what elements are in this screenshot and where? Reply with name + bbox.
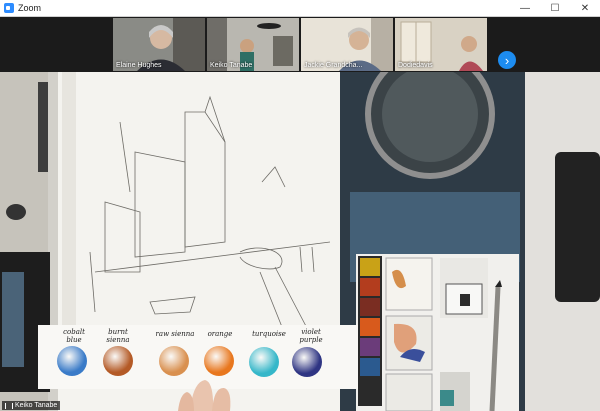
cobalt-blue-swatch bbox=[57, 346, 87, 376]
window-title: Zoom bbox=[18, 3, 42, 13]
swatch-label: cobalt blue bbox=[63, 328, 85, 344]
speaker-name-badge: Keiko Tanabe bbox=[2, 401, 61, 410]
speaker-name: Keiko Tanabe bbox=[15, 402, 58, 409]
participant-name: Dodiedavis bbox=[398, 62, 433, 69]
dark-object bbox=[38, 82, 48, 172]
swatch-label: orange bbox=[207, 330, 233, 338]
participant-tile[interactable]: Elaine Hughes bbox=[113, 18, 205, 71]
raw-sienna-swatch bbox=[159, 346, 189, 376]
participant-tile[interactable]: Keiko Tanabe bbox=[207, 18, 299, 71]
participant-name: Keiko Tanabe bbox=[210, 62, 253, 69]
swatch-label: raw sienna bbox=[155, 330, 195, 338]
violet-purple-swatch bbox=[292, 347, 322, 377]
next-page-button[interactable]: › bbox=[498, 51, 516, 69]
minimize-button[interactable]: — bbox=[510, 0, 540, 16]
participant-tile[interactable]: Jackie Grandcha... bbox=[301, 18, 393, 71]
close-button[interactable]: ✕ bbox=[570, 0, 600, 16]
participant-name: Jackie Grandcha... bbox=[304, 62, 363, 69]
swatch-label: turquoise bbox=[252, 330, 286, 338]
burnt-sienna-swatch bbox=[103, 346, 133, 376]
zoom-logo-icon bbox=[4, 3, 14, 13]
black-case bbox=[555, 152, 600, 302]
active-speaker-video: cobalt blue burnt sienna raw sienna orange… bbox=[0, 72, 600, 411]
swatch-label: burnt sienna bbox=[106, 328, 130, 344]
swatch-label: violet purple bbox=[299, 328, 323, 344]
signal-icon bbox=[5, 402, 13, 409]
orange-swatch bbox=[204, 346, 234, 376]
clip-object bbox=[6, 204, 26, 220]
title-bar: Zoom — ☐ ✕ bbox=[0, 0, 600, 17]
turquoise-swatch bbox=[249, 347, 279, 377]
maximize-button[interactable]: ☐ bbox=[540, 0, 570, 16]
participant-tile[interactable]: Dodiedavis bbox=[395, 18, 487, 71]
participant-name: Elaine Hughes bbox=[116, 62, 162, 69]
participant-strip: Elaine Hughes Keiko Tanabe Jackie Grandc… bbox=[0, 17, 600, 72]
